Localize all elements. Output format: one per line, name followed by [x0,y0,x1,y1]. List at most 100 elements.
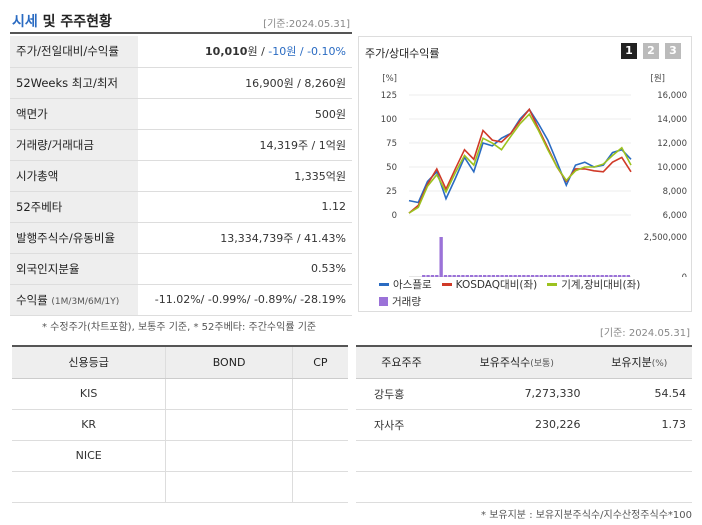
basis-date-2: [기준: 2024.05.31] [599,328,690,339]
y-left-tick-label: 100 [381,115,397,125]
table-cell: 1.73 [586,409,692,441]
table-row: 시가총액 1,335억원 [10,160,352,192]
table-cell: 230,226 [446,409,587,441]
y-left-tick-label: 125 [381,91,397,101]
shares-label: 발행주식수/유동비율 [10,222,138,254]
table-cell [446,471,587,503]
par-value: 500원 [138,98,352,130]
section-header: 시세 및 주주현황 [기준:2024.05.31] [10,8,352,34]
return-value: -11.02%/ -0.99%/ -0.89%/ -28.19% [138,284,352,316]
beta-label: 52주베타 [10,191,138,223]
y-left-tick-label: 25 [386,187,397,197]
table-cell [165,440,293,472]
price-label: 주가/전일대비/수익률 [10,36,138,68]
column-header: 보유지분(%) [586,345,692,379]
table-cell [292,440,348,472]
column-header: 주요주주 [356,345,447,379]
table-cell: NICE [12,440,167,472]
table-cell [165,471,293,503]
legend-item: 기계,장비대비(좌) [547,277,640,292]
table-row: 발행주식수/유동비율 13,334,739주 / 41.43% [10,222,352,254]
quote-table: 주가/전일대비/수익률 10,010원 / -10원 / -0.10% 52We… [10,36,352,316]
volume-value: 14,319주 / 1억원 [138,129,352,161]
table-row [356,471,692,503]
table-cell [292,409,348,441]
right-axis-unit: [원] [651,74,665,84]
week52-value: 16,900원 / 8,260원 [138,67,352,99]
column-header: 신용등급 [12,345,167,379]
chart-tab-1[interactable]: 1 [621,43,637,59]
price-value: 10,010원 / -10원 / -0.10% [138,36,352,68]
chart-tab-2[interactable]: 2 [643,43,659,59]
table-cell [165,409,293,441]
chart-title: 주가/상대수익률 [365,47,440,60]
legend-item: 아스플로 [379,277,432,292]
volume-bar [439,237,443,277]
y-right-tick-label: 10,000 [657,163,687,173]
table-row: 주가/전일대비/수익률 10,010원 / -10원 / -0.10% [10,36,352,68]
shares-value: 13,334,739주 / 41.43% [138,222,352,254]
chart-tab-3[interactable]: 3 [665,43,681,59]
table-cell [586,440,692,472]
legend-item: 거래량 [379,294,421,309]
table-cell: 자사주 [356,409,447,441]
table-cell [446,440,587,472]
legend-swatch [441,283,452,286]
table-cell [356,440,447,472]
table-row: KIS [12,378,348,410]
y-volume-tick-label: 2,500,000 [644,233,687,243]
shareholder-footnote: * 보유지분 : 보유지분주식수/지수산정주식수*100 [481,510,692,521]
credit-rating-table: 신용등급 BOND CP KIS KR NICE [12,345,348,503]
table-cell [586,471,692,503]
table-cell: KR [12,409,167,441]
table-cell: 7,273,330 [446,378,587,410]
table-cell [292,378,348,410]
table-cell [165,378,293,410]
table-header-row: 신용등급 BOND CP [12,345,348,379]
table-cell: 강두홍 [356,378,447,410]
table-row: 52주베타 1.12 [10,191,352,223]
par-label: 액면가 [10,98,138,130]
chart-legend: 아스플로 KOSDAQ대비(좌) 기계,장비대비(좌) 거래량 [379,277,689,309]
week52-label: 52Weeks 최고/최저 [10,67,138,99]
table-row: NICE [12,440,348,472]
table-cell [356,471,447,503]
marketcap-label: 시가총액 [10,160,138,192]
column-header: 보유주식수(보통) [446,345,587,379]
legend-swatch [379,283,389,286]
table-cell [12,471,167,503]
y-left-tick-label: 75 [386,139,397,149]
series-line [408,112,632,214]
table-cell: 54.54 [586,378,692,410]
return-label: 수익률 (1M/3M/6M/1Y) [10,284,138,316]
y-right-tick-label: 8,000 [663,187,687,197]
chart-panel: 주가/상대수익률 1 2 3 [%] [원] 125 100 75 50 25 0 16,000… [358,36,692,312]
column-header: BOND [165,345,293,379]
y-left-tick-label: 50 [386,163,397,173]
quote-footnote: * 수정주가(차트포함), 보통주 기준, * 52주베타: 주간수익률 기준 [42,322,317,333]
table-row: 거래량/거래대금 14,319주 / 1억원 [10,129,352,161]
legend-swatch [379,297,388,306]
legend-swatch [547,283,558,286]
table-row: 자사주 230,226 1.73 [356,409,692,441]
shareholder-table: 주요주주 보유주식수(보통) 보유지분(%) 강두홍 7,273,330 54.54… [356,345,692,503]
section-title: 시세 및 주주현황 [12,14,112,30]
table-row: 강두홍 7,273,330 54.54 [356,378,692,410]
chart-plot: [%] [원] 125 100 75 50 25 0 16,000 14,000 12,000 10,… [381,74,687,277]
table-cell [292,471,348,503]
marketcap-value: 1,335억원 [138,160,352,192]
foreign-label: 외국인지분율 [10,253,138,285]
table-row: 액면가 500원 [10,98,352,130]
foreign-value: 0.53% [138,253,352,285]
table-row [356,440,692,472]
y-left-tick-label: 0 [392,211,397,221]
left-axis-unit: [%] [382,74,397,84]
table-row [12,471,348,503]
table-cell: KIS [12,378,167,410]
table-row: 외국인지분율 0.53% [10,253,352,285]
column-header: CP [292,345,348,379]
volume-label: 거래량/거래대금 [10,129,138,161]
table-header-row: 주요주주 보유주식수(보통) 보유지분(%) [356,345,692,379]
table-row: KR [12,409,348,441]
y-right-tick-label: 6,000 [663,211,687,221]
